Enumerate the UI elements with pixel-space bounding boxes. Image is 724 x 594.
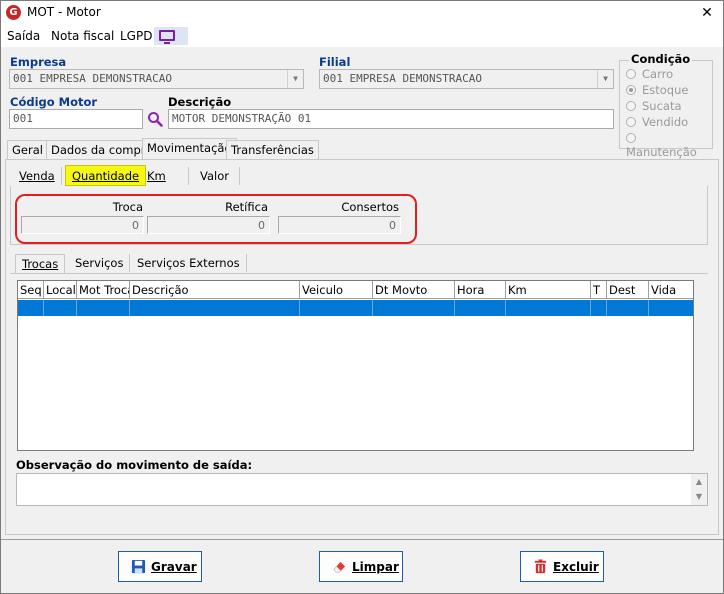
descricao-field[interactable]: MOTOR DEMONSTRAÇÃO 01 (168, 109, 614, 129)
menu-bar: Saída Nota fiscal LGPD (1, 25, 723, 47)
table-cell[interactable] (455, 300, 506, 316)
close-icon[interactable]: ✕ (695, 3, 719, 23)
table-cell[interactable] (607, 300, 649, 316)
title-bar: G MOT - Motor ✕ (1, 1, 723, 25)
subtab-valor[interactable]: Valor (194, 167, 240, 185)
lower-tab-servicos-externos[interactable]: Serviços Externos (131, 254, 247, 272)
chevron-down-icon[interactable]: ▼ (287, 70, 303, 88)
condicao-group: Carro Estoque Sucata Vendido Manutenção (619, 60, 713, 159)
col-km[interactable]: Km (506, 281, 591, 299)
condicao-option-vendido[interactable]: Vendido (626, 115, 688, 129)
observacao-scrollbar[interactable]: ▲ ▼ (691, 474, 707, 505)
tab-movimentacao[interactable]: Movimentação (142, 138, 237, 159)
condicao-option-carro[interactable]: Carro (626, 67, 673, 81)
table-cell[interactable] (373, 300, 455, 316)
trash-icon (534, 559, 547, 574)
lgpd-monitor-button[interactable] (154, 27, 188, 45)
annotation-highlight (15, 194, 417, 244)
condicao-option-sucata[interactable]: Sucata (626, 99, 682, 113)
codigo-motor-label: Código Motor (10, 95, 98, 109)
table-cell[interactable] (506, 300, 591, 316)
col-dt-movto[interactable]: Dt Movto (373, 281, 455, 299)
subtab-venda[interactable]: Venda (13, 167, 62, 185)
limpar-button[interactable]: Limpar (319, 551, 403, 582)
col-local[interactable]: Local (44, 281, 77, 299)
table-cell[interactable] (591, 300, 607, 316)
tab-dados-da-compra[interactable]: Dados da compra (46, 140, 158, 159)
table-cell[interactable] (649, 300, 693, 316)
col-mot-troca[interactable]: Mot Troca (77, 281, 130, 299)
filial-select[interactable]: 001 EMPRESA DEMONSTRACAO ▼ (319, 69, 614, 89)
filial-label: Filial (319, 55, 351, 69)
col-t[interactable]: T (591, 281, 607, 299)
observacao-label: Observação do movimento de saída: (16, 458, 253, 472)
menu-lgpd[interactable]: LGPD (120, 29, 152, 43)
excluir-label: Excluir (553, 560, 599, 574)
trocas-table[interactable]: Seq Local Mot Troca Descrição Veiculo Dt… (17, 280, 694, 451)
eraser-icon (333, 561, 346, 573)
col-veiculo[interactable]: Veiculo (300, 281, 373, 299)
table-cell[interactable] (18, 300, 44, 316)
table-cell[interactable] (130, 300, 300, 316)
table-cell[interactable] (77, 300, 130, 316)
condicao-label: Condição (629, 52, 693, 66)
condicao-option-estoque[interactable]: Estoque (626, 83, 688, 97)
lower-tab-servicos[interactable]: Serviços (69, 254, 131, 272)
monitor-icon (159, 30, 175, 44)
observacao-textarea[interactable]: ▲ ▼ (16, 473, 708, 506)
search-icon[interactable] (147, 111, 163, 127)
limpar-label: Limpar (352, 560, 399, 574)
empresa-label: Empresa (10, 55, 67, 69)
col-descricao[interactable]: Descrição (130, 281, 300, 299)
lower-tabs-divider (10, 273, 708, 274)
empresa-select[interactable]: 001 EMPRESA DEMONSTRACAO ▼ (9, 69, 304, 89)
condicao-option-manutencao[interactable]: Manutenção (626, 131, 712, 159)
app-logo-icon: G (6, 5, 21, 20)
col-seq[interactable]: Seq (18, 281, 44, 299)
col-vida[interactable]: Vida (649, 281, 693, 299)
menu-saida[interactable]: Saída (7, 29, 40, 43)
subtab-km[interactable]: Km (141, 167, 189, 185)
descricao-label: Descrição (168, 95, 232, 109)
tab-geral[interactable]: Geral (7, 140, 48, 159)
lower-tab-trocas[interactable]: Trocas (15, 254, 66, 273)
window-title: MOT - Motor (27, 5, 101, 19)
footer-divider (1, 539, 723, 540)
chevron-down-icon[interactable]: ▼ (597, 70, 613, 88)
filial-value: 001 EMPRESA DEMONSTRACAO (323, 72, 482, 85)
tab-transferencias[interactable]: Transferências (226, 140, 319, 159)
table-cell[interactable] (44, 300, 77, 316)
col-hora[interactable]: Hora (455, 281, 506, 299)
save-icon (131, 559, 146, 574)
empresa-value: 001 EMPRESA DEMONSTRACAO (13, 72, 172, 85)
gravar-label: Gravar (151, 560, 197, 574)
gravar-button[interactable]: Gravar (118, 551, 202, 582)
subtab-quantidade[interactable]: Quantidade (65, 165, 147, 186)
menu-nota-fiscal[interactable]: Nota fiscal (51, 29, 114, 43)
codigo-motor-field[interactable]: 001 (9, 109, 143, 129)
excluir-button[interactable]: Excluir (520, 551, 604, 582)
col-dest[interactable]: Dest (607, 281, 649, 299)
table-cell[interactable] (300, 300, 373, 316)
motor-window: G MOT - Motor ✕ Saída Nota fiscal LGPD E… (0, 0, 724, 594)
